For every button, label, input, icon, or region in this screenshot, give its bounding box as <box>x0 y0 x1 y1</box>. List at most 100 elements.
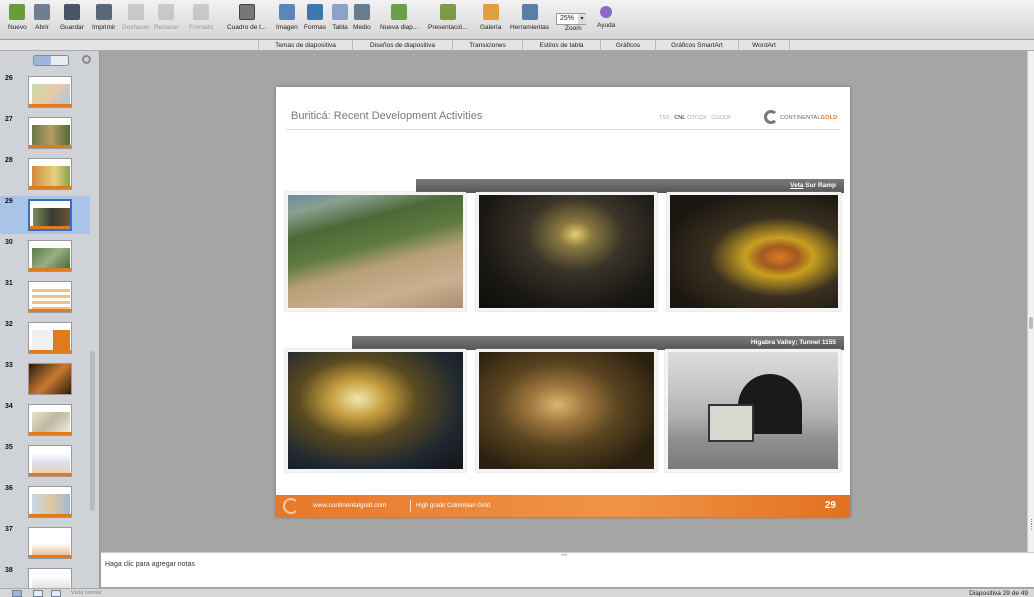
thumbnail-image <box>28 199 72 231</box>
slideshow-button-label: Presentació... <box>428 24 468 31</box>
zoom-arrow-icon[interactable]: ▾ <box>578 14 586 24</box>
shapes-button-label: Formas <box>304 24 327 31</box>
thumbnail-number: 32 <box>5 321 13 328</box>
toolbar: Nuevo Abrir Guardar Imprimir Deshacer Re… <box>0 0 1034 40</box>
tab-temas-de-diapositiva[interactable]: Temas de diapositiva <box>258 40 352 51</box>
ticker-symbols: TSX : CNL OTCQX : CGOOF <box>659 115 731 121</box>
band-veta-sur-ramp: Veta Sur Ramp <box>416 179 844 193</box>
media-button-label: Medio <box>353 24 371 31</box>
thumbnail-slide-35[interactable]: 35 <box>0 442 90 480</box>
thumbnail-slide-34[interactable]: 34 <box>0 401 90 439</box>
thumbnail-number: 31 <box>5 280 13 287</box>
thumbnail-number: 27 <box>5 116 13 123</box>
tab-estilos-de-tabla[interactable]: Estilos de tabla <box>522 40 600 51</box>
thumbnail-image <box>28 363 72 395</box>
canvas-scroll-thumb[interactable] <box>1029 317 1033 329</box>
view-toggle[interactable] <box>33 55 69 66</box>
thumbnail-slide-27[interactable]: 27 <box>0 114 90 152</box>
slideshow-button[interactable]: Presentació... <box>428 4 468 31</box>
zoom-button[interactable]: Zoom <box>565 25 582 32</box>
tab-graficos[interactable]: Gráficos <box>600 40 655 51</box>
format-button[interactable]: Formato <box>189 4 213 31</box>
slide-title: Buriticá: Recent Development Activities <box>291 110 483 122</box>
logo-wordmark: CONTINENTALGOLD <box>780 115 837 121</box>
tab-transiciones[interactable]: Transiciones <box>452 40 522 51</box>
text-box-button[interactable]: Cuadro de t... <box>227 4 266 31</box>
zoom-label: Zoom <box>565 25 582 32</box>
new-document-icon <box>9 4 26 20</box>
footer-separator <box>410 500 411 512</box>
media-icon <box>353 4 370 20</box>
canvas-vertical-scrollbar[interactable] <box>1027 51 1034 552</box>
thumbnail-scrollbar[interactable] <box>90 351 95 511</box>
tools-button[interactable]: Herramientas <box>510 4 549 31</box>
shapes-icon <box>307 4 324 20</box>
thumbnail-number: 35 <box>5 444 13 451</box>
new-button[interactable]: Nuevo <box>8 4 27 31</box>
help-icon <box>600 6 613 18</box>
thumbnail-slide-38[interactable]: 38 <box>0 565 90 588</box>
tools-button-label: Herramientas <box>510 24 550 31</box>
tab-wordart[interactable]: WordArt <box>738 40 790 51</box>
thumbnail-slide-29[interactable]: 29 <box>0 196 90 234</box>
thumbnail-image <box>28 76 72 108</box>
notes-resize-grip-icon[interactable]: ••• <box>561 553 567 559</box>
photo-tunnel-1155-portal-loader <box>665 349 841 472</box>
tab-disenos-de-diapositiva[interactable]: Diseños de diapositiva <box>352 40 452 51</box>
photo-tunnel-lit-portal <box>285 349 466 472</box>
tab-graficos-smartart[interactable]: Gráficos SmartArt <box>655 40 738 51</box>
redo-button-label: Rehacer <box>154 24 179 31</box>
skid-steer-loader <box>708 404 754 442</box>
band-label-1: Veta Sur Ramp <box>790 179 836 193</box>
thumbnail-image <box>28 404 72 436</box>
thumbnail-number: 37 <box>5 526 13 533</box>
slide[interactable]: Buriticá: Recent Development Activities … <box>276 87 850 517</box>
table-icon <box>332 4 348 20</box>
photo-hillside-construction <box>285 192 466 311</box>
thumbnail-slide-31[interactable]: 31 <box>0 278 90 316</box>
printer-icon <box>95 4 112 20</box>
new-slide-button[interactable]: Nueva diap... <box>380 4 418 31</box>
slides-view-segment[interactable] <box>34 56 51 65</box>
slide-sorter-view-button[interactable] <box>33 590 43 597</box>
thumbnail-image <box>28 445 72 477</box>
thumbnail-image <box>28 322 72 354</box>
thumbnail-slide-36[interactable]: 36 <box>0 483 90 521</box>
save-button[interactable]: Guardar <box>60 4 84 31</box>
open-button[interactable]: Abrir <box>34 4 50 31</box>
undo-button[interactable]: Deshacer <box>122 4 150 31</box>
open-folder-icon <box>34 4 50 20</box>
shapes-button[interactable]: Formas <box>304 4 326 31</box>
notes-placeholder[interactable]: Haga clic para agregar notas <box>105 561 195 568</box>
table-button[interactable]: Tabla <box>332 4 348 31</box>
redo-icon <box>158 4 175 20</box>
media-button[interactable]: Medio <box>353 4 371 31</box>
thumbnail-slide-37[interactable]: 37 <box>0 524 90 562</box>
help-button[interactable]: Ayuda <box>597 4 615 29</box>
ticker-cnl: CNL <box>674 115 686 121</box>
image-button[interactable]: Imagen <box>276 4 298 31</box>
slide-number: 29 <box>824 500 836 511</box>
thumbnail-slide-30[interactable]: 30 <box>0 237 90 275</box>
slide-thumbnail-panel: 26 27 28 29 30 31 32 33 34 35 36 37 38 <box>0 51 100 588</box>
gallery-button[interactable]: Galería <box>480 4 501 31</box>
thumbnail-slide-32[interactable]: 32 <box>0 319 90 357</box>
thumbnail-slide-26[interactable]: 26 <box>0 73 90 111</box>
thumbnail-image <box>28 158 72 190</box>
thumbnail-image <box>28 527 72 559</box>
pane-splitter-grip-icon[interactable]: ⋮ ⋮ <box>1028 519 1034 531</box>
print-button[interactable]: Imprimir <box>92 4 115 31</box>
notes-pane[interactable]: ••• Haga clic para agregar notas <box>101 552 1034 587</box>
thumbnail-slide-28[interactable]: 28 <box>0 155 90 193</box>
print-button-label: Imprimir <box>92 24 116 31</box>
text-box-button-label: Cuadro de t... <box>227 24 267 31</box>
new-slide-icon <box>391 4 408 20</box>
band-label-2: Higabra Valley; Tunnel 1155 <box>750 339 836 346</box>
presentation-view-button[interactable] <box>51 590 61 597</box>
thumbnail-number: 26 <box>5 75 13 82</box>
thumbnail-slide-33[interactable]: 33 <box>0 360 90 398</box>
new-button-label: Nuevo <box>8 24 27 31</box>
gear-icon[interactable] <box>82 55 91 64</box>
normal-view-button[interactable] <box>12 590 22 597</box>
redo-button[interactable]: Rehacer <box>154 4 179 31</box>
